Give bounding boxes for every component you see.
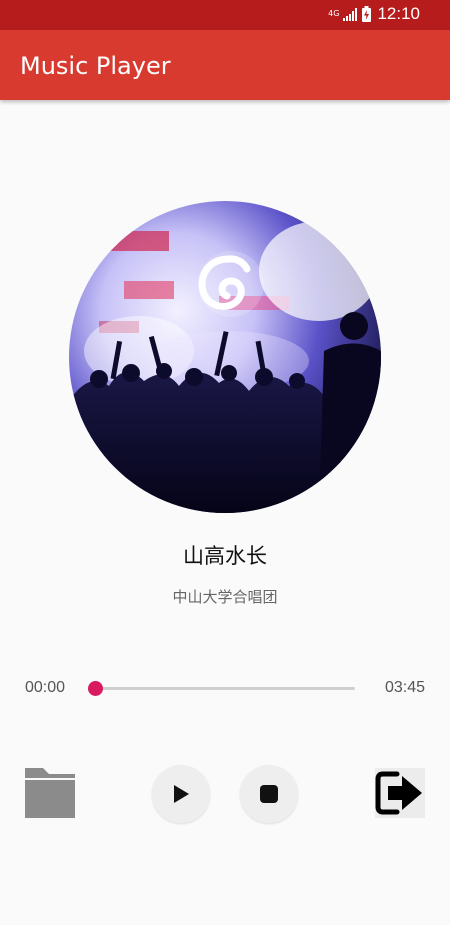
- current-time: 00:00: [25, 679, 66, 696]
- stop-icon: [260, 785, 278, 803]
- signal-icon: [343, 7, 358, 21]
- exit-icon: [375, 771, 422, 815]
- stop-button[interactable]: [240, 765, 298, 823]
- status-time: 12:10: [377, 4, 420, 23]
- play-icon: [174, 785, 189, 803]
- status-bar: 4G 12:10: [0, 0, 450, 30]
- exit-button[interactable]: [375, 768, 425, 818]
- song-title: 山高水长: [183, 544, 267, 568]
- play-button[interactable]: [152, 765, 210, 823]
- app-bar: Music Player: [0, 30, 450, 100]
- total-time: 03:45: [384, 679, 425, 696]
- network-type-label: 4G: [328, 9, 340, 18]
- folder-icon: [25, 768, 75, 818]
- music-player-screen: 4G 12:10 Music Player 山高水长 中山大学合唱团 00:00…: [0, 0, 450, 925]
- album-cover-image: [69, 201, 381, 513]
- album-art: [69, 201, 381, 513]
- song-artist: 中山大学合唱团: [172, 588, 278, 606]
- battery-charging-icon: [362, 6, 372, 22]
- app-title: Music Player: [20, 52, 171, 80]
- status-icons: 4G 12:10: [328, 4, 420, 24]
- seek-bar[interactable]: [95, 687, 355, 690]
- open-folder-button[interactable]: [25, 768, 75, 818]
- seek-thumb[interactable]: [88, 681, 103, 696]
